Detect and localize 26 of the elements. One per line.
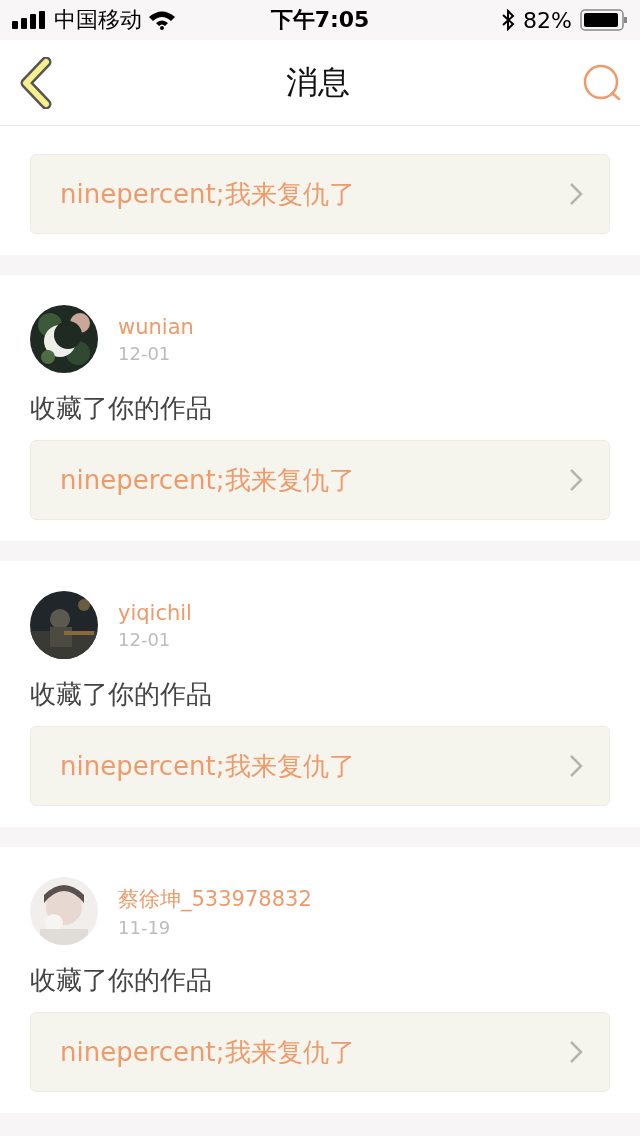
wifi-icon xyxy=(148,10,176,30)
bluetooth-icon xyxy=(501,9,516,31)
username[interactable]: 蔡徐坤_533978832 xyxy=(118,884,312,913)
chevron-icon xyxy=(569,1040,583,1064)
message-date: 12-01 xyxy=(118,342,171,364)
work-link[interactable]: ninepercent;我来复仇了 xyxy=(30,1012,610,1092)
signal-icon xyxy=(12,11,48,29)
work-link[interactable]: ninepercent;我来复仇了 xyxy=(30,726,610,806)
back-icon[interactable] xyxy=(18,56,54,109)
work-link[interactable]: ninepercent;我来复仇了 xyxy=(30,154,610,234)
chevron-icon xyxy=(569,754,583,778)
chevron-icon xyxy=(569,182,583,206)
username[interactable]: yiqichil xyxy=(118,600,192,625)
action-text: 收藏了你的作品 xyxy=(30,964,212,997)
action-text: 收藏了你的作品 xyxy=(30,392,212,425)
page-title: 消息 xyxy=(286,61,350,103)
username[interactable]: wunian xyxy=(118,314,194,339)
action-text: 收藏了你的作品 xyxy=(30,678,212,711)
carrier-name: 中国移动 xyxy=(54,6,142,34)
status-time: 下午7:05 xyxy=(269,6,371,34)
message-date: 11-19 xyxy=(118,916,171,938)
battery-percent: 82% xyxy=(523,7,572,33)
chevron-icon xyxy=(569,468,583,492)
battery-icon xyxy=(580,9,628,31)
work-link[interactable]: ninepercent;我来复仇了 xyxy=(30,440,610,520)
message-date: 12-01 xyxy=(118,628,171,650)
